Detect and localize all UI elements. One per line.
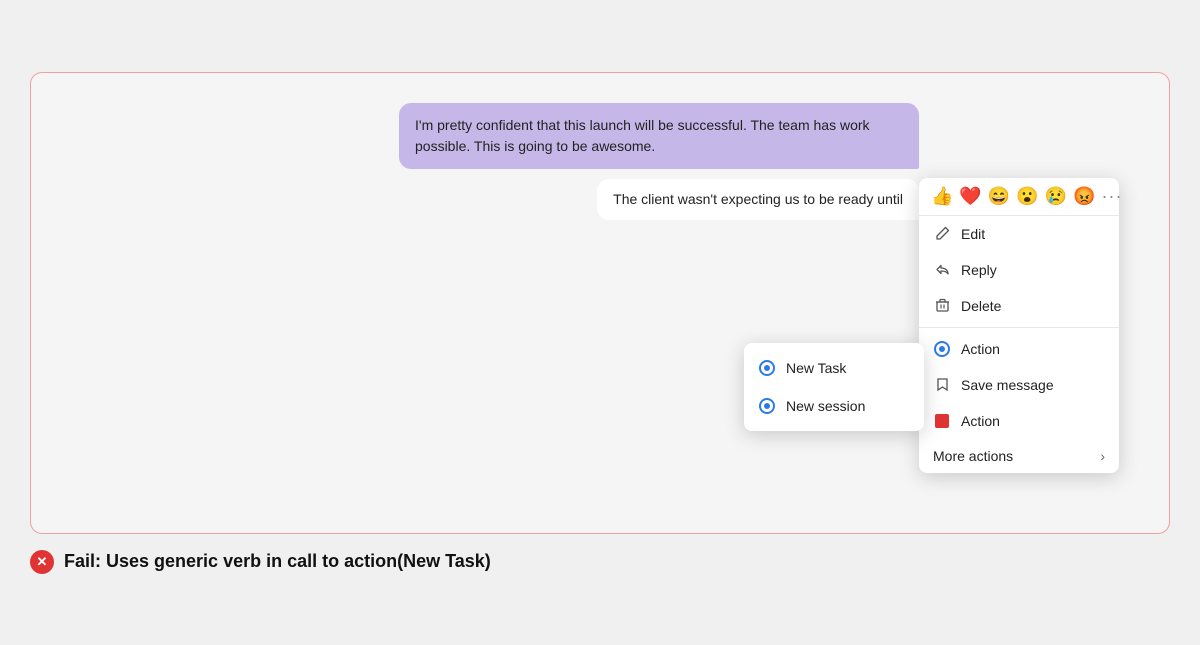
message-text-1: I'm pretty confident that this launch wi… xyxy=(415,117,870,154)
delete-label: Delete xyxy=(961,298,1001,314)
menu-divider-1 xyxy=(919,327,1119,328)
delete-icon xyxy=(933,297,951,315)
bubble-incoming: The client wasn't expecting us to be rea… xyxy=(597,179,919,220)
fail-bar: Fail: Uses generic verb in call to actio… xyxy=(30,550,1170,574)
fail-text: Fail: Uses generic verb in call to actio… xyxy=(64,551,491,572)
save-message-label: Save message xyxy=(961,377,1054,393)
chat-area: I'm pretty confident that this launch wi… xyxy=(61,103,1139,503)
bubble-outgoing: I'm pretty confident that this launch wi… xyxy=(399,103,919,169)
menu-item-edit[interactable]: Edit xyxy=(919,216,1119,252)
menu-item-reply[interactable]: Reply xyxy=(919,252,1119,288)
emoji-thumbsup[interactable]: 👍 xyxy=(931,186,953,207)
bookmark-icon xyxy=(933,376,951,394)
submenu: New Task New session xyxy=(744,343,924,431)
emoji-laugh[interactable]: 😄 xyxy=(988,186,1010,207)
edit-label: Edit xyxy=(961,226,985,242)
reply-label: Reply xyxy=(961,262,997,278)
menu-item-more-actions[interactable]: More actions › xyxy=(919,439,1119,473)
more-reactions-button[interactable]: ··· xyxy=(1102,186,1123,207)
red-square-icon xyxy=(933,412,951,430)
submenu-item-new-task[interactable]: New Task xyxy=(744,349,924,387)
emoji-heart[interactable]: ❤️ xyxy=(959,186,981,207)
reply-icon xyxy=(933,261,951,279)
chevron-right-icon: › xyxy=(1100,448,1105,464)
emoji-wow[interactable]: 😮 xyxy=(1016,186,1038,207)
new-task-label: New Task xyxy=(786,360,846,376)
message-text-2: The client wasn't expecting us to be rea… xyxy=(613,191,903,207)
emoji-angry[interactable]: 😡 xyxy=(1073,186,1095,207)
menu-item-delete[interactable]: Delete xyxy=(919,288,1119,324)
blue-circle-icon-1 xyxy=(933,340,951,358)
more-actions-label: More actions xyxy=(933,448,1013,464)
emoji-sad[interactable]: 😢 xyxy=(1045,186,1067,207)
new-session-icon xyxy=(758,397,776,415)
outer-card: I'm pretty confident that this launch wi… xyxy=(30,72,1170,534)
menu-item-action2[interactable]: Action xyxy=(919,403,1119,439)
message-outgoing: I'm pretty confident that this launch wi… xyxy=(61,103,1139,169)
new-session-label: New session xyxy=(786,398,865,414)
menu-item-save-message[interactable]: Save message xyxy=(919,367,1119,403)
edit-icon xyxy=(933,225,951,243)
action2-label: Action xyxy=(961,413,1000,429)
submenu-item-new-session[interactable]: New session xyxy=(744,387,924,425)
action1-label: Action xyxy=(961,341,1000,357)
reaction-bar: 👍 ❤️ 😄 😮 😢 😡 ··· xyxy=(919,178,1119,216)
fail-icon xyxy=(30,550,54,574)
menu-item-action1[interactable]: Action xyxy=(919,331,1119,367)
new-task-icon xyxy=(758,359,776,377)
context-menu: 👍 ❤️ 😄 😮 😢 😡 ··· Edit xyxy=(919,178,1119,473)
